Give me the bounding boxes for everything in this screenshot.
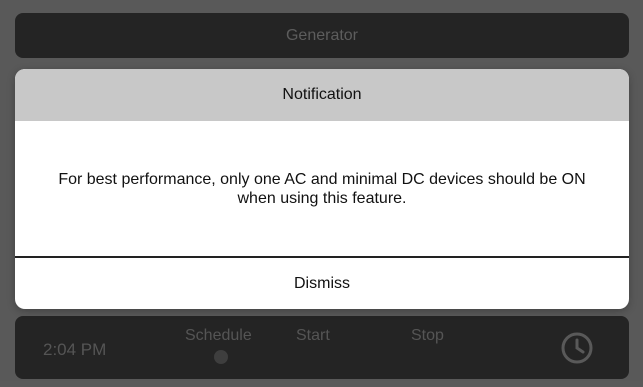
- dialog-title: Notification: [15, 69, 629, 121]
- notification-dialog: Notification For best performance, only …: [15, 69, 629, 309]
- dialog-message: For best performance, only one AC and mi…: [58, 170, 586, 207]
- dismiss-button[interactable]: Dismiss: [15, 258, 629, 309]
